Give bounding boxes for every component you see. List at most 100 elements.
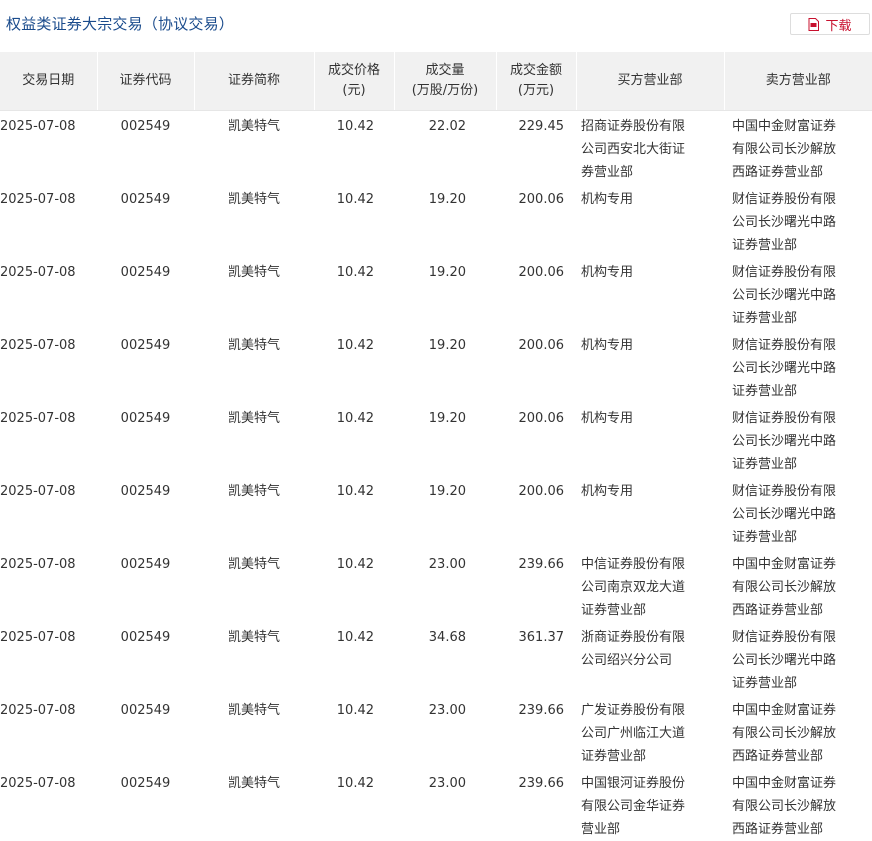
cell-security-code: 002549	[97, 622, 194, 695]
cell-trade-price: 10.42	[314, 257, 394, 330]
download-button[interactable]: 下载	[790, 13, 870, 35]
cell-security-code: 002549	[97, 476, 194, 549]
cell-trade-date: 2025-07-08	[0, 622, 97, 695]
cell-text: 239.66	[519, 776, 565, 791]
cell-text: 002549	[121, 703, 171, 718]
column-header-security-name: 证券简称	[194, 52, 314, 111]
cell-security-name: 凯美特气	[194, 768, 314, 841]
cell-text: 361.37	[519, 630, 565, 645]
column-header-text: 买方营业部	[617, 73, 682, 88]
cell-trade-amount: 239.66	[496, 768, 576, 841]
column-header-text: (元)	[342, 83, 365, 98]
column-header-text: 成交金额	[510, 63, 562, 78]
cell-text: 2025-07-08	[0, 411, 76, 426]
cell-trade-volume: 23.00	[394, 768, 496, 841]
download-label: 下载	[825, 15, 851, 34]
cell-buyer-branch: 机构专用	[576, 330, 724, 403]
cell-text: 财信证券股份有限公司长沙曙光中路证券营业部	[732, 626, 838, 695]
cell-text: 002549	[121, 411, 171, 426]
cell-trade-price: 10.42	[314, 184, 394, 257]
cell-text: 22.02	[429, 119, 466, 134]
column-header-security-code: 证券代码	[97, 52, 194, 111]
cell-trade-volume: 19.20	[394, 403, 496, 476]
cell-trade-amount: 200.06	[496, 403, 576, 476]
cell-trade-amount: 239.66	[496, 695, 576, 768]
cell-security-name: 凯美特气	[194, 330, 314, 403]
column-header-text: (万股/万份)	[412, 83, 479, 98]
cell-text: 10.42	[337, 484, 374, 499]
cell-text: 002549	[121, 119, 171, 134]
cell-trade-volume: 22.02	[394, 111, 496, 185]
cell-text: 23.00	[429, 557, 466, 572]
cell-text: 凯美特气	[228, 703, 280, 718]
cell-buyer-branch: 招商证券股份有限公司西安北大街证券营业部	[576, 111, 724, 185]
cell-seller-branch: 财信证券股份有限公司长沙曙光中路证券营业部	[724, 622, 872, 695]
cell-trade-price: 10.42	[314, 403, 394, 476]
cell-text: 19.20	[429, 338, 466, 353]
cell-seller-branch: 中国中金财富证券有限公司长沙解放西路证券营业部	[724, 549, 872, 622]
cell-text: 机构专用	[581, 334, 692, 357]
cell-text: 23.00	[429, 703, 466, 718]
cell-text: 229.45	[519, 119, 565, 134]
cell-text: 2025-07-08	[0, 630, 76, 645]
cell-trade-price: 10.42	[314, 476, 394, 549]
column-header-buyer-branch: 买方营业部	[576, 52, 724, 111]
cell-text: 机构专用	[581, 407, 692, 430]
cell-trade-volume: 19.20	[394, 257, 496, 330]
table-row: 2025-07-08002549凯美特气10.4219.20200.06机构专用…	[0, 330, 872, 403]
cell-trade-price: 10.42	[314, 695, 394, 768]
cell-trade-amount: 200.06	[496, 184, 576, 257]
cell-text: 19.20	[429, 192, 466, 207]
cell-text: 中国中金财富证券有限公司长沙解放西路证券营业部	[732, 699, 838, 768]
table-row: 2025-07-08002549凯美特气10.4219.20200.06机构专用…	[0, 184, 872, 257]
cell-text: 239.66	[519, 557, 565, 572]
cell-trade-date: 2025-07-08	[0, 768, 97, 841]
cell-text: 19.20	[429, 484, 466, 499]
cell-security-code: 002549	[97, 257, 194, 330]
cell-text: 200.06	[519, 192, 565, 207]
cell-security-name: 凯美特气	[194, 257, 314, 330]
column-header-trade-amount: 成交金额 (万元)	[496, 52, 576, 111]
cell-text: 财信证券股份有限公司长沙曙光中路证券营业部	[732, 188, 838, 257]
cell-security-code: 002549	[97, 768, 194, 841]
cell-text: 2025-07-08	[0, 338, 76, 353]
cell-text: 10.42	[337, 703, 374, 718]
cell-trade-volume: 34.68	[394, 622, 496, 695]
cell-text: 凯美特气	[228, 119, 280, 134]
cell-trade-date: 2025-07-08	[0, 476, 97, 549]
cell-text: 002549	[121, 557, 171, 572]
cell-seller-branch: 中国中金财富证券有限公司长沙解放西路证券营业部	[724, 768, 872, 841]
cell-buyer-branch: 浙商证券股份有限公司绍兴分公司	[576, 622, 724, 695]
cell-text: 中国中金财富证券有限公司长沙解放西路证券营业部	[732, 772, 838, 841]
cell-text: 19.20	[429, 411, 466, 426]
cell-text: 凯美特气	[228, 776, 280, 791]
cell-security-code: 002549	[97, 330, 194, 403]
table-row: 2025-07-08002549凯美特气10.4223.00239.66中国银河…	[0, 768, 872, 841]
cell-text: 200.06	[519, 338, 565, 353]
cell-text: 凯美特气	[228, 338, 280, 353]
table-body: 2025-07-08002549凯美特气10.4222.02229.45招商证券…	[0, 111, 872, 841]
cell-trade-amount: 200.06	[496, 330, 576, 403]
cell-text: 凯美特气	[228, 484, 280, 499]
cell-text: 财信证券股份有限公司长沙曙光中路证券营业部	[732, 334, 838, 403]
cell-text: 19.20	[429, 265, 466, 280]
column-header-text: (万元)	[518, 83, 554, 98]
cell-buyer-branch: 中信证券股份有限公司南京双龙大道证券营业部	[576, 549, 724, 622]
table-row: 2025-07-08002549凯美特气10.4219.20200.06机构专用…	[0, 257, 872, 330]
cell-trade-volume: 19.20	[394, 476, 496, 549]
cell-text: 2025-07-08	[0, 119, 76, 134]
cell-security-name: 凯美特气	[194, 111, 314, 185]
cell-trade-volume: 23.00	[394, 695, 496, 768]
cell-text: 中国中金财富证券有限公司长沙解放西路证券营业部	[732, 553, 838, 622]
cell-trade-date: 2025-07-08	[0, 403, 97, 476]
cell-security-code: 002549	[97, 403, 194, 476]
cell-text: 财信证券股份有限公司长沙曙光中路证券营业部	[732, 407, 838, 476]
block-trade-table: 交易日期证券代码证券简称成交价格(元)成交量(万股/万份)成交金额(万元)买方营…	[0, 52, 872, 841]
cell-text: 10.42	[337, 630, 374, 645]
table-row: 2025-07-08002549凯美特气10.4234.68361.37浙商证券…	[0, 622, 872, 695]
cell-text: 2025-07-08	[0, 192, 76, 207]
cell-text: 002549	[121, 338, 171, 353]
cell-buyer-branch: 机构专用	[576, 476, 724, 549]
cell-text: 002549	[121, 265, 171, 280]
cell-security-code: 002549	[97, 549, 194, 622]
